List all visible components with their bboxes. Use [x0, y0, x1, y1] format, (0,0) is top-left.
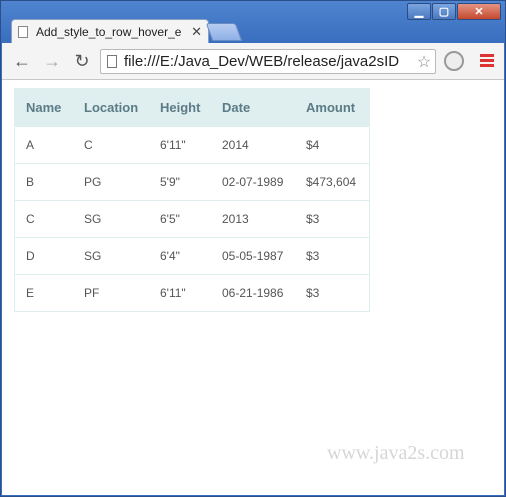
- cell-location: PF: [73, 274, 149, 312]
- menu-icon[interactable]: [480, 54, 494, 69]
- cell-height: 6'11": [149, 274, 211, 312]
- cell-location: C: [73, 126, 149, 164]
- table-row[interactable]: B PG 5'9" 02-07-1989 $473,604: [14, 163, 370, 201]
- cell-height: 6'4": [149, 237, 211, 275]
- cell-date: 2014: [211, 126, 295, 164]
- cell-name: C: [14, 200, 73, 238]
- cell-date: 05-05-1987: [211, 237, 295, 275]
- close-window-button[interactable]: ✕: [457, 3, 501, 20]
- header-date: Date: [211, 88, 295, 127]
- page-icon: [18, 25, 28, 38]
- url-text: file:///E:/Java_Dev/WEB/release/java2sID: [124, 53, 400, 70]
- header-height: Height: [149, 88, 211, 127]
- page-icon: [107, 55, 117, 68]
- tab-title: Add_style_to_row_hover_e: [36, 24, 182, 39]
- cell-location: PG: [73, 163, 149, 201]
- table-row[interactable]: D SG 6'4" 05-05-1987 $3: [14, 237, 370, 275]
- reload-icon[interactable]: ↻: [72, 51, 92, 71]
- data-table: Name Location Height Date Amount A C 6'1…: [14, 88, 370, 312]
- cell-name: E: [14, 274, 73, 312]
- cell-amount: $4: [295, 126, 370, 164]
- page-content: Name Location Height Date Amount A C 6'1…: [2, 80, 504, 495]
- forward-icon[interactable]: →: [42, 51, 62, 71]
- header-location: Location: [73, 88, 149, 127]
- extension-icon[interactable]: [444, 51, 464, 71]
- cell-amount: $3: [295, 274, 370, 312]
- new-tab-button[interactable]: [205, 23, 243, 41]
- watermark: www.java2s.com: [327, 442, 465, 464]
- minimize-button[interactable]: ▁: [407, 3, 431, 20]
- table-row[interactable]: A C 6'11" 2014 $4: [14, 126, 370, 164]
- cell-name: D: [14, 237, 73, 275]
- cell-date: 06-21-1986: [211, 274, 295, 312]
- browser-window: ▁ ▢ ✕ Add_style_to_row_hover_e ✕ ← → ↻ f…: [0, 0, 506, 497]
- header-name: Name: [14, 88, 73, 127]
- browser-tab[interactable]: Add_style_to_row_hover_e ✕: [11, 19, 209, 43]
- cell-date: 2013: [211, 200, 295, 238]
- bookmark-star-icon[interactable]: ☆: [413, 52, 435, 72]
- cell-location: SG: [73, 237, 149, 275]
- tab-close-icon[interactable]: ✕: [191, 24, 202, 40]
- header-amount: Amount: [295, 88, 370, 127]
- cell-amount: $3: [295, 200, 370, 238]
- cell-name: A: [14, 126, 73, 164]
- maximize-button[interactable]: ▢: [432, 3, 456, 20]
- cell-height: 5'9": [149, 163, 211, 201]
- cell-date: 02-07-1989: [211, 163, 295, 201]
- cell-location: SG: [73, 200, 149, 238]
- back-icon[interactable]: ←: [12, 51, 32, 71]
- cell-name: B: [14, 163, 73, 201]
- cell-amount: $3: [295, 237, 370, 275]
- window-controls: ▁ ▢ ✕: [406, 3, 501, 20]
- table-header-row: Name Location Height Date Amount: [14, 88, 370, 127]
- address-bar[interactable]: file:///E:/Java_Dev/WEB/release/java2sID…: [100, 49, 436, 74]
- table-row[interactable]: E PF 6'11" 06-21-1986 $3: [14, 274, 370, 312]
- browser-toolbar: ← → ↻ file:///E:/Java_Dev/WEB/release/ja…: [2, 43, 504, 80]
- cell-height: 6'11": [149, 126, 211, 164]
- cell-amount: $473,604: [295, 163, 370, 201]
- table-row[interactable]: C SG 6'5" 2013 $3: [14, 200, 370, 238]
- cell-height: 6'5": [149, 200, 211, 238]
